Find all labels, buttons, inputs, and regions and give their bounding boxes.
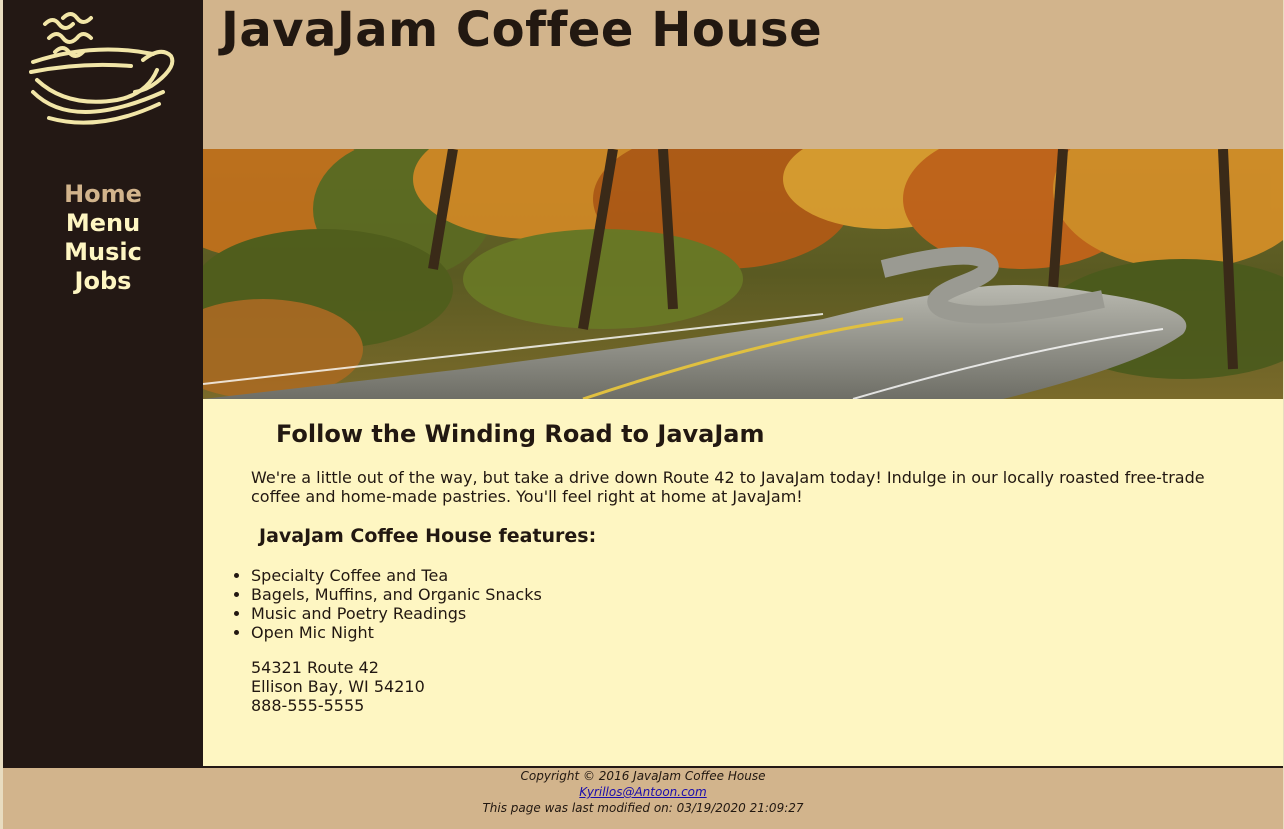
list-item: Music and Poetry Readings xyxy=(251,604,542,623)
email-link[interactable]: Kyrillos@Antoon.com xyxy=(579,785,706,799)
page-wrapper: JavaJam Coffee House Home Menu Music Job… xyxy=(3,0,1283,829)
last-modified-text: This page was last modified on: 03/19/20… xyxy=(482,801,804,815)
site-header: JavaJam Coffee House xyxy=(203,0,1283,149)
list-item: Open Mic Night xyxy=(251,623,542,642)
nav-item-music[interactable]: Music xyxy=(3,238,203,267)
features-list: Specialty Coffee and Tea Bagels, Muffins… xyxy=(211,566,542,642)
address-phone: 888-555-5555 xyxy=(251,696,365,715)
nav-item-home[interactable]: Home xyxy=(3,180,203,209)
features-heading: JavaJam Coffee House features: xyxy=(259,525,597,547)
list-item: Specialty Coffee and Tea xyxy=(251,566,542,585)
main-nav: Home Menu Music Jobs xyxy=(3,180,203,296)
address-street: 54321 Route 42 xyxy=(251,658,379,677)
nav-item-menu[interactable]: Menu xyxy=(3,209,203,238)
winding-road-photo xyxy=(203,149,1283,399)
logo-area xyxy=(3,0,203,149)
nav-item-jobs[interactable]: Jobs xyxy=(3,267,203,296)
address-block: 54321 Route 42 Ellison Bay, WI 54210 888… xyxy=(251,658,425,715)
intro-paragraph: We're a little out of the way, but take … xyxy=(251,468,1205,506)
copyright-text: Copyright © 2016 JavaJam Coffee House xyxy=(520,769,766,783)
main-heading: Follow the Winding Road to JavaJam xyxy=(276,420,765,448)
hero-image xyxy=(203,149,1283,399)
site-footer: Copyright © 2016 JavaJam Coffee House Ky… xyxy=(3,766,1283,829)
list-item: Bagels, Muffins, and Organic Snacks xyxy=(251,585,542,604)
main-content: Follow the Winding Road to JavaJam We're… xyxy=(203,399,1283,766)
coffee-cup-logo-icon xyxy=(29,12,175,125)
address-city: Ellison Bay, WI 54210 xyxy=(251,677,425,696)
site-title: JavaJam Coffee House xyxy=(221,2,823,58)
